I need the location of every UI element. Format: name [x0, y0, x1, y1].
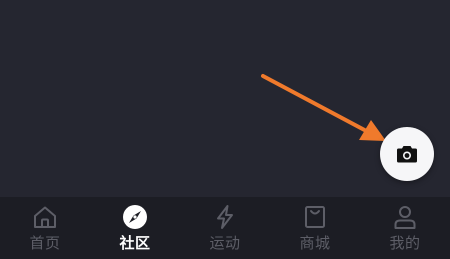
tab-community[interactable]: 社区 [90, 197, 180, 259]
tab-profile[interactable]: 我的 [360, 197, 450, 259]
tab-sport[interactable]: 运动 [180, 197, 270, 259]
person-icon [392, 204, 418, 230]
shopping-bag-icon [302, 204, 328, 230]
tab-mall-label: 商城 [299, 234, 331, 252]
tab-sport-label: 运动 [209, 234, 241, 252]
tab-community-label: 社区 [119, 234, 151, 252]
compass-icon [122, 204, 148, 230]
camera-icon [397, 146, 417, 163]
tab-home-label: 首页 [29, 234, 61, 252]
lightning-icon [212, 204, 238, 230]
tab-home[interactable]: 首页 [0, 197, 90, 259]
bottom-tab-bar: 首页 社区 运动 商城 我的 [0, 197, 450, 259]
tab-profile-label: 我的 [389, 234, 421, 252]
camera-button[interactable] [380, 127, 434, 181]
community-feed-area [0, 0, 450, 197]
home-icon [32, 204, 58, 230]
tab-mall[interactable]: 商城 [270, 197, 360, 259]
